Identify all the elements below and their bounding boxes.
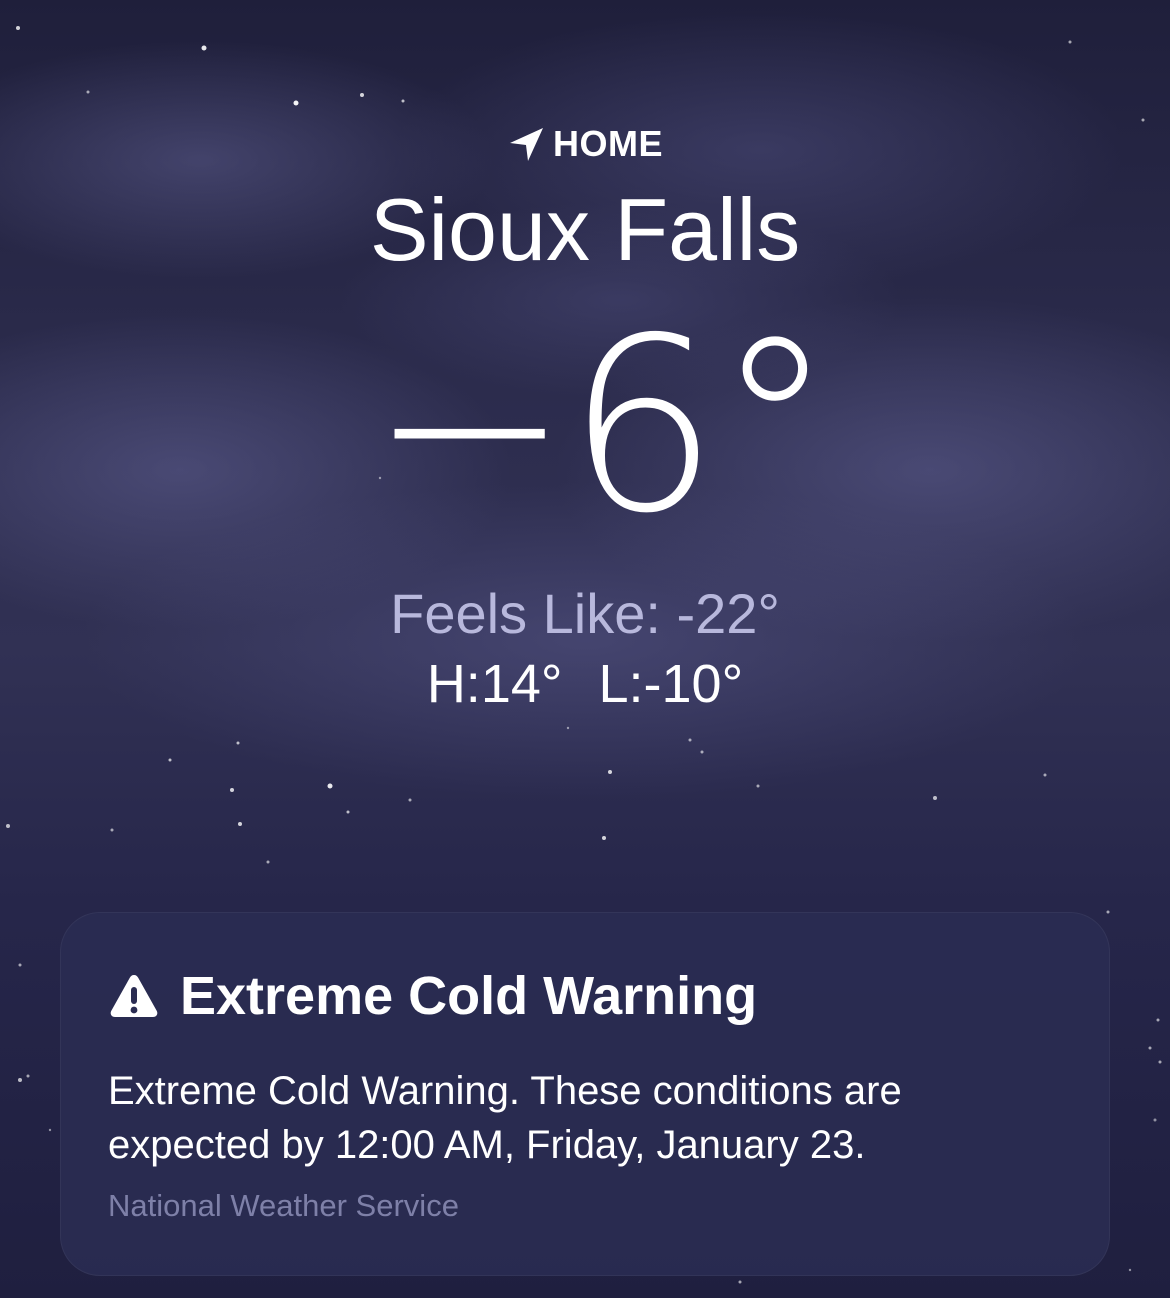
alert-title-row: Extreme Cold Warning [108,964,1062,1028]
alert-description: Extreme Cold Warning. These conditions a… [108,1069,902,1167]
feels-like-temperature: Feels Like: -22° [390,582,780,645]
alert-title: Extreme Cold Warning [180,966,758,1026]
location-arrow-icon [507,124,547,164]
location-label: HOME [553,123,663,164]
current-temperature: −6° [369,286,835,566]
high-temperature: H:14° [426,654,563,714]
location-tag: HOME [507,118,663,170]
city-name: Sioux Falls [369,180,801,279]
location-header: HOME [0,118,1170,170]
alert-source: National Weather Service [108,1188,459,1223]
warning-triangle-icon [108,970,160,1022]
severe-weather-alert-card[interactable]: Extreme Cold Warning Extreme Cold Warnin… [60,912,1110,1276]
low-temperature: L:-10° [598,654,744,714]
high-low-temperatures: H:14° L:-10° [0,652,1170,716]
